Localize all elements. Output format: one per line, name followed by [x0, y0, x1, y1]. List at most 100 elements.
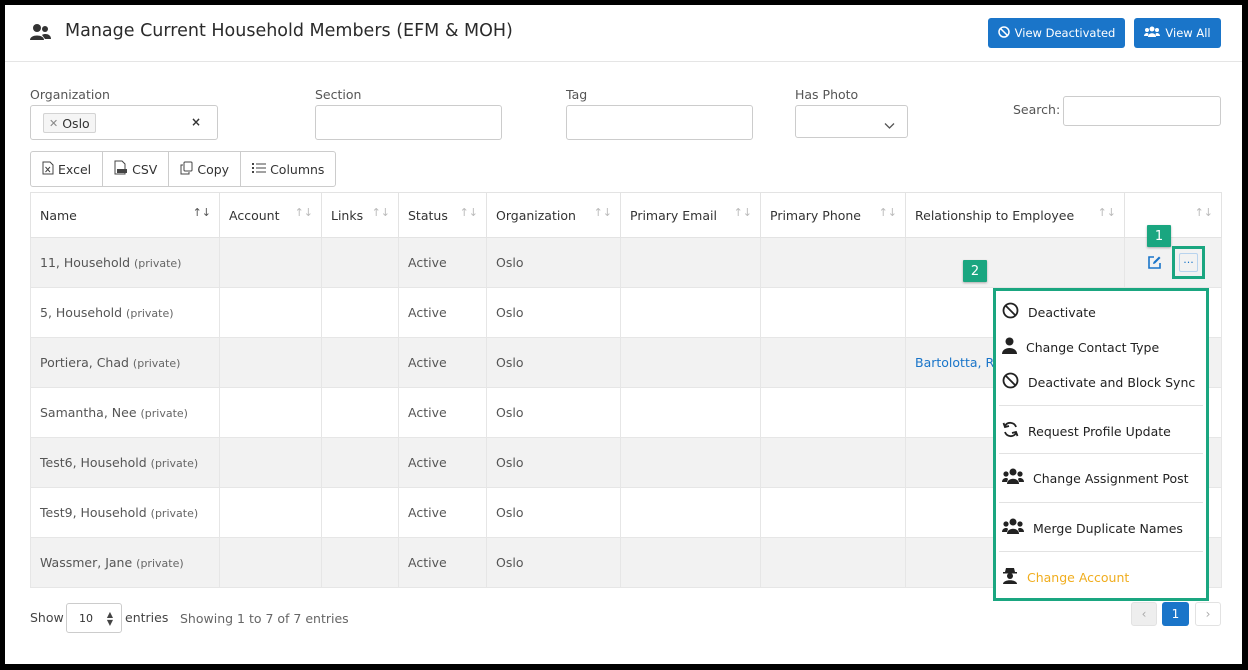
cell-email — [620, 337, 761, 388]
organization-chip[interactable]: ✕ Oslo — [43, 113, 96, 133]
cell-email — [620, 487, 761, 538]
ban-icon — [1002, 302, 1019, 322]
menu-item-request-profile-update[interactable]: Request Profile Update — [1002, 421, 1200, 441]
remove-chip-icon[interactable]: ✕ — [49, 117, 58, 130]
cell-email — [620, 437, 761, 488]
excel-file-icon — [42, 161, 54, 178]
cell-account — [219, 237, 322, 288]
list-icon — [252, 162, 267, 177]
cell-organization: Oslo — [486, 537, 621, 588]
column-header-account[interactable]: Account ↑↓ — [219, 192, 322, 238]
cell-phone — [760, 287, 906, 338]
menu-item-deactivate[interactable]: Deactivate — [1002, 302, 1200, 322]
cell-status: Active — [398, 337, 487, 388]
column-header-relationship[interactable]: Relationship to Employee ↑↓ — [905, 192, 1125, 238]
column-header-primary-email[interactable]: Primary Email ↑↓ — [620, 192, 761, 238]
organization-label: Organization — [30, 87, 110, 102]
cell-status: Active — [398, 387, 487, 438]
column-header-primary-phone[interactable]: Primary Phone ↑↓ — [760, 192, 906, 238]
more-actions-highlight: ··· — [1172, 246, 1205, 279]
users-icon — [1002, 468, 1024, 488]
search-input[interactable] — [1063, 96, 1221, 126]
copy-button[interactable]: Copy — [169, 152, 242, 186]
csv-button[interactable]: CSV — [103, 152, 170, 186]
sort-icon: ↑↓ — [371, 206, 390, 219]
column-header-name[interactable]: Name ↑↓ — [30, 192, 220, 238]
users-icon — [30, 23, 52, 45]
menu-item-merge-duplicate-names[interactable]: Merge Duplicate Names — [1002, 518, 1200, 538]
cell-account — [219, 487, 322, 538]
menu-item-change-assignment-post[interactable]: Change Assignment Post — [1002, 468, 1200, 488]
edit-icon[interactable] — [1147, 255, 1162, 274]
clear-selection-icon[interactable]: × — [191, 115, 201, 129]
columns-button[interactable]: Columns — [241, 152, 335, 186]
cell-status: Active — [398, 537, 487, 588]
menu-divider — [999, 405, 1203, 406]
menu-item-change-contact-type[interactable]: Change Contact Type — [1002, 337, 1200, 357]
cell-account — [219, 437, 322, 488]
entries-label: entries — [125, 610, 169, 625]
page-button-1[interactable]: 1 — [1162, 602, 1189, 626]
cell-status: Active — [398, 237, 487, 288]
show-label: Show — [30, 610, 64, 625]
menu-item-deactivate-block-sync[interactable]: Deactivate and Block Sync — [1002, 372, 1200, 392]
cell-links — [321, 237, 399, 288]
section-select[interactable] — [315, 105, 502, 140]
csv-file-icon — [114, 160, 128, 178]
next-page-button[interactable]: › — [1195, 602, 1221, 626]
cell-organization: Oslo — [486, 237, 621, 288]
entries-per-page-select[interactable]: 10 ▲ ▼ — [66, 603, 122, 633]
cell-phone — [760, 537, 906, 588]
cell-relationship — [905, 237, 1125, 288]
callout-badge-1: 1 — [1147, 225, 1171, 247]
sort-icon: ↑↓ — [1194, 206, 1213, 219]
cell-account — [219, 287, 322, 338]
cell-email — [620, 537, 761, 588]
cell-organization: Oslo — [486, 287, 621, 338]
cell-name: Test9, Household (private) — [30, 487, 220, 538]
has-photo-select[interactable] — [795, 105, 908, 138]
column-header-organization[interactable]: Organization ↑↓ — [486, 192, 621, 238]
cell-status: Active — [398, 287, 487, 338]
chevron-left-icon: ‹ — [1141, 607, 1147, 621]
stepper-icon: ▲ ▼ — [106, 610, 113, 627]
table-row[interactable]: 11, Household (private) Active Oslo — [30, 237, 1222, 288]
view-deactivated-button[interactable]: View Deactivated — [988, 18, 1125, 48]
column-header-links[interactable]: Links ↑↓ — [321, 192, 399, 238]
menu-divider — [999, 453, 1203, 454]
column-header-actions[interactable]: ↑↓ — [1124, 192, 1222, 238]
cell-links — [321, 387, 399, 438]
cell-account — [219, 337, 322, 388]
table-info: Showing 1 to 7 of 7 entries — [180, 611, 349, 626]
organization-select[interactable]: ✕ Oslo × — [30, 105, 218, 140]
cell-phone — [760, 237, 906, 288]
sort-asc-icon: ↑↓ — [192, 206, 211, 219]
cell-name: Wassmer, Jane (private) — [30, 537, 220, 588]
page: Manage Current Household Members (EFM & … — [5, 5, 1242, 664]
cell-email — [620, 287, 761, 338]
sort-icon: ↑↓ — [593, 206, 612, 219]
view-all-button[interactable]: View All — [1134, 18, 1221, 48]
cell-organization: Oslo — [486, 487, 621, 538]
cell-links — [321, 287, 399, 338]
cell-phone — [760, 487, 906, 538]
cell-links — [321, 337, 399, 388]
cell-status: Active — [398, 487, 487, 538]
prev-page-button[interactable]: ‹ — [1131, 602, 1157, 626]
has-photo-label: Has Photo — [795, 87, 859, 102]
excel-button[interactable]: Excel — [31, 152, 104, 186]
cell-name: Test6, Household (private) — [30, 437, 220, 488]
cell-links — [321, 537, 399, 588]
sort-icon: ↑↓ — [878, 206, 897, 219]
menu-item-change-account[interactable]: Change Account — [1002, 567, 1200, 587]
sort-icon: ↑↓ — [1097, 206, 1116, 219]
more-actions-button[interactable]: ··· — [1179, 253, 1198, 272]
column-header-status[interactable]: Status ↑↓ — [398, 192, 487, 238]
users-icon — [1144, 26, 1161, 41]
user-secret-icon — [1002, 567, 1018, 587]
cell-phone — [760, 337, 906, 388]
tag-select[interactable] — [566, 105, 753, 140]
page-title: Manage Current Household Members (EFM & … — [65, 21, 513, 41]
section-label: Section — [315, 87, 362, 102]
relationship-link[interactable]: Bartolotta, R — [915, 355, 994, 370]
